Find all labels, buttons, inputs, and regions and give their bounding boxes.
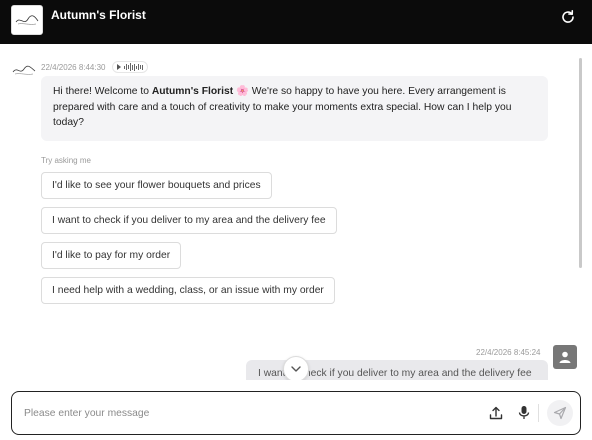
suggestion-chip[interactable]: I want to check if you deliver to my are… — [41, 207, 337, 234]
chevron-down-icon — [291, 366, 301, 372]
user-icon — [559, 351, 571, 363]
flower-emoji-icon: 🌸 — [236, 86, 249, 97]
user-avatar — [553, 345, 577, 369]
play-icon — [116, 64, 121, 70]
bot-message-intro: Hi there! Welcome to — [53, 86, 152, 97]
microphone-button[interactable] — [517, 405, 531, 420]
waveform-icon — [123, 63, 143, 71]
scroll-to-bottom-button[interactable] — [283, 356, 309, 380]
bot-avatar — [11, 60, 37, 80]
suggestions-label: Try asking me — [41, 156, 91, 165]
composer-divider — [538, 404, 539, 422]
chat-history[interactable]: 22/4/2026 8:44:30 Hi there! Welcome to A… — [0, 0, 592, 380]
suggestion-chip[interactable]: I'd like to see your flower bouquets and… — [41, 172, 272, 199]
bot-message-brand: Autumn's Florist — [151, 86, 234, 97]
send-button[interactable] — [547, 400, 573, 426]
user-timestamp: 22/4/2026 8:45:24 — [476, 348, 541, 357]
send-icon — [553, 406, 567, 420]
suggestion-chip[interactable]: I'd like to pay for my order — [41, 242, 182, 269]
bot-logo-icon — [12, 65, 36, 75]
message-composer — [11, 391, 581, 435]
message-input[interactable] — [24, 402, 464, 424]
bot-timestamp: 22/4/2026 8:44:30 — [41, 62, 106, 72]
upload-button[interactable] — [489, 406, 503, 420]
bot-message-bubble: Hi there! Welcome to Autumn's Florist 🌸 … — [41, 76, 548, 141]
audio-playback-button[interactable] — [111, 61, 148, 73]
upload-icon — [489, 406, 503, 420]
microphone-icon — [518, 406, 530, 419]
bot-message-meta: 22/4/2026 8:44:30 — [41, 61, 148, 73]
suggestion-chip[interactable]: I need help with a wedding, class, or an… — [41, 277, 335, 304]
chat-scrollbar[interactable] — [579, 58, 582, 268]
